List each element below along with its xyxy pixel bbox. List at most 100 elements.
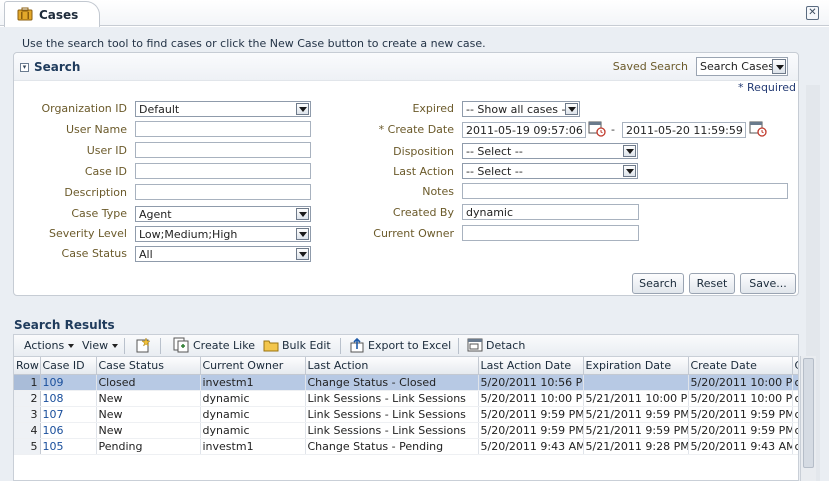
date-range-separator: - — [611, 123, 615, 136]
expired-label: Expired — [412, 102, 454, 115]
chevron-down-icon[interactable] — [623, 145, 636, 157]
description-input[interactable] — [135, 184, 311, 200]
case-type-select[interactable]: Agent — [135, 206, 311, 222]
column-header-case-id[interactable]: Case ID — [40, 357, 97, 375]
chevron-down-icon[interactable] — [296, 228, 309, 240]
current-owner-input[interactable] — [462, 225, 639, 241]
column-header-row[interactable]: Row — [14, 357, 41, 375]
toolbar-separator — [458, 338, 459, 354]
severity-level-select[interactable]: Low;Medium;High — [135, 226, 311, 242]
table-row[interactable]: 4 106 New dynamic Link Sessions - Link S… — [14, 422, 798, 439]
user-id-input[interactable] — [135, 142, 311, 158]
create-date-from-input[interactable]: 2011-05-19 09:57:06 PM — [462, 122, 586, 138]
column-header-last-action-date[interactable]: Last Action Date — [478, 357, 584, 375]
actions-menu[interactable]: Actions — [24, 339, 75, 352]
new-case-icon[interactable] — [135, 337, 151, 353]
detach-icon — [467, 338, 483, 352]
case-status-select[interactable]: All — [135, 246, 311, 262]
case-type-value: Agent — [139, 208, 172, 221]
last-action-value: -- Select -- — [466, 165, 523, 178]
create-like-button[interactable]: Create Like — [193, 339, 255, 352]
chevron-down-icon — [112, 344, 119, 348]
expiration-date-cell: 5/21/2011 10:00 PM — [583, 390, 689, 407]
case-id-link[interactable]: 109 — [40, 374, 97, 391]
table-row[interactable]: 2 108 New dynamic Link Sessions - Link S… — [14, 390, 798, 407]
notes-input[interactable] — [462, 183, 788, 199]
last-action-cell: Change Status - Closed — [305, 374, 479, 391]
case-status-label: Case Status — [61, 247, 127, 260]
toolbar-separator — [160, 338, 161, 354]
saved-search-select[interactable]: Search Cases — [696, 57, 788, 76]
create-date-label: * Create Date — [378, 123, 454, 136]
save-button[interactable]: Save... — [740, 273, 796, 294]
results-scrollbar[interactable] — [800, 356, 816, 481]
results-toolbar: Actions View Create Like Bulk Edit Expor… — [13, 334, 799, 356]
tab-cases[interactable]: Cases — [4, 1, 100, 27]
extra-cell: c — [792, 406, 798, 423]
export-to-excel-button[interactable]: Export to Excel — [368, 339, 451, 352]
user-name-input[interactable] — [135, 121, 311, 137]
create-date-cell: 5/20/2011 10:00 PM — [688, 374, 793, 391]
toolbar-separator — [124, 338, 125, 354]
case-id-link[interactable]: 107 — [40, 406, 97, 423]
row-number: 2 — [14, 390, 41, 407]
case-status-cell: New — [96, 406, 201, 423]
expiration-date-cell: 5/21/2011 9:28 PM — [583, 438, 689, 455]
required-note: * Required — [738, 81, 796, 94]
view-menu[interactable]: View — [82, 339, 119, 352]
column-header-case-status[interactable]: Case Status — [96, 357, 201, 375]
chevron-down-icon[interactable] — [296, 208, 309, 220]
last-action-select[interactable]: -- Select -- — [462, 163, 638, 179]
table-row[interactable]: 5 105 Pending investm1 Change Status - P… — [14, 438, 798, 455]
close-icon[interactable]: ✕ — [806, 6, 819, 20]
column-header-expiration-date[interactable]: Expiration Date — [583, 357, 689, 375]
chevron-down-icon[interactable] — [296, 103, 309, 115]
chevron-down-icon[interactable] — [296, 248, 309, 260]
expiration-date-cell — [583, 374, 689, 391]
created-by-input[interactable]: dynamic — [462, 204, 639, 220]
last-action-date-cell: 5/20/2011 10:00 PM — [478, 390, 584, 407]
scrollbar-thumb[interactable] — [803, 358, 814, 468]
reset-button[interactable]: Reset — [689, 273, 735, 294]
current-owner-cell: dynamic — [200, 390, 306, 407]
calendar-icon[interactable] — [749, 120, 767, 137]
chevron-down-icon[interactable] — [772, 59, 786, 74]
case-id-input[interactable] — [135, 163, 311, 179]
current-owner-cell: investm1 — [200, 438, 306, 455]
results-title: Search Results — [14, 318, 115, 332]
export-icon — [350, 337, 364, 353]
case-status-value: All — [139, 248, 153, 261]
create-date-to-input[interactable]: 2011-05-20 11:59:59 PM — [622, 122, 746, 138]
search-button[interactable]: Search — [632, 273, 684, 294]
case-status-cell: New — [96, 422, 201, 439]
chevron-down-icon[interactable] — [623, 165, 636, 177]
organization-id-label: Organization ID — [41, 102, 127, 115]
expired-select[interactable]: -- Show all cases -- — [462, 101, 580, 117]
disposition-select[interactable]: -- Select -- — [462, 143, 638, 159]
column-header-last-action[interactable]: Last Action — [305, 357, 479, 375]
chevron-down-icon[interactable] — [565, 103, 578, 115]
column-header-c[interactable]: C — [792, 357, 798, 375]
case-id-link[interactable]: 108 — [40, 390, 97, 407]
detach-button[interactable]: Detach — [486, 339, 525, 352]
description-label: Description — [64, 186, 127, 199]
severity-level-label: Severity Level — [49, 227, 127, 240]
expiration-date-cell: 5/21/2011 9:59 PM — [583, 406, 689, 423]
last-action-cell: Link Sessions - Link Sessions — [305, 390, 479, 407]
last-action-date-cell: 5/20/2011 9:43 AM — [478, 438, 584, 455]
case-type-label: Case Type — [71, 207, 127, 220]
disposition-value: -- Select -- — [466, 145, 523, 158]
top-bar: Cases ✕ — [0, 0, 829, 27]
create-date-cell: 5/20/2011 9:43 AM — [688, 438, 793, 455]
column-header-create-date[interactable]: Create Date — [688, 357, 793, 375]
table-row[interactable]: 3 107 New dynamic Link Sessions - Link S… — [14, 406, 798, 423]
case-id-link[interactable]: 105 — [40, 438, 97, 455]
extra-cell: c — [792, 438, 798, 455]
column-header-current-owner[interactable]: Current Owner — [200, 357, 306, 375]
collapse-icon[interactable]: ▾ — [20, 63, 29, 72]
bulk-edit-button[interactable]: Bulk Edit — [282, 339, 331, 352]
organization-id-select[interactable]: Default — [135, 101, 311, 117]
calendar-icon[interactable] — [588, 120, 606, 137]
table-row[interactable]: 1 109 Closed investm1 Change Status - Cl… — [14, 374, 798, 391]
case-id-link[interactable]: 106 — [40, 422, 97, 439]
